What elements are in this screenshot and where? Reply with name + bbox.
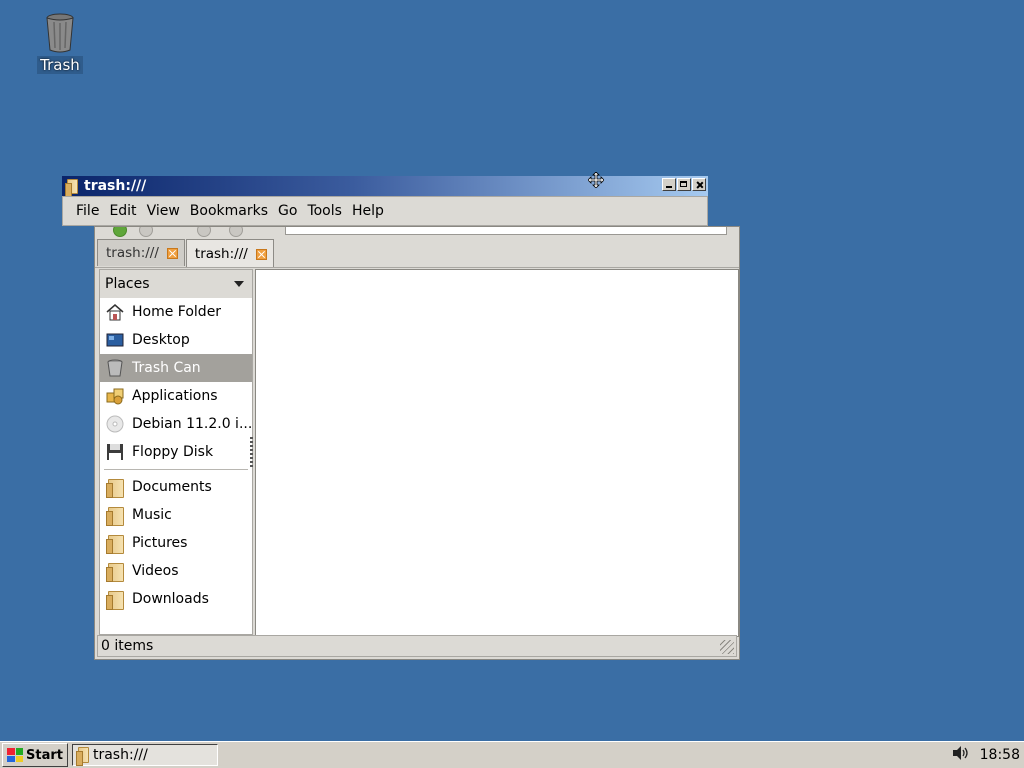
home-icon: [106, 303, 124, 321]
folder-icon: [106, 478, 124, 498]
place-trash-can[interactable]: Trash Can: [100, 354, 252, 382]
side-pane-title: Places: [105, 276, 150, 292]
cdrom-icon: [106, 415, 124, 433]
menu-bookmarks[interactable]: Bookmarks: [185, 203, 273, 219]
menu-edit[interactable]: Edit: [104, 203, 141, 219]
minimize-button[interactable]: [662, 178, 676, 191]
place-applications[interactable]: Applications: [100, 382, 252, 410]
back-icon[interactable]: [113, 227, 127, 237]
place-home-folder[interactable]: Home Folder: [100, 298, 252, 326]
status-bar: 0 items: [97, 635, 737, 657]
applications-icon: [106, 387, 124, 405]
bookmark-videos[interactable]: Videos: [100, 557, 252, 585]
desktop-trash-label: Trash: [37, 56, 83, 74]
desktop-icon: [106, 331, 124, 349]
place-label: Home Folder: [132, 304, 222, 320]
file-manager-window: trash:/// trash:/// Places Home Folder D…: [94, 226, 740, 660]
place-label: Videos: [132, 563, 179, 579]
side-pane-header[interactable]: Places: [100, 270, 252, 298]
place-label: Applications: [132, 388, 218, 404]
tab-bar: trash:/// trash:///: [97, 239, 275, 268]
folder-icon: [75, 747, 89, 766]
maximize-button[interactable]: [677, 178, 691, 191]
place-label: Debian 11.2.0 i...: [132, 416, 252, 432]
dropdown-arrow-icon[interactable]: [234, 281, 244, 287]
folder-icon: [65, 178, 78, 198]
resize-grip-icon[interactable]: [720, 640, 734, 654]
place-label: Trash Can: [132, 360, 201, 376]
taskbar-window-label: trash:///: [92, 747, 148, 763]
window-controls: [662, 178, 706, 191]
bookmark-pictures[interactable]: Pictures: [100, 529, 252, 557]
forward-icon[interactable]: [139, 227, 153, 237]
tab-divider: [95, 267, 739, 268]
folder-icon: [106, 506, 124, 526]
folder-icon: [106, 534, 124, 554]
menu-file[interactable]: File: [71, 203, 104, 219]
toolbar: [95, 227, 739, 239]
place-label: Pictures: [132, 535, 188, 551]
window-titlebar[interactable]: trash:///: [62, 176, 708, 198]
bookmark-downloads[interactable]: Downloads: [100, 585, 252, 613]
menu-bar: File Edit View Bookmarks Go Tools Help: [62, 196, 708, 226]
location-bar[interactable]: [285, 227, 727, 235]
tab-trash-1[interactable]: trash:///: [97, 239, 185, 266]
volume-icon[interactable]: [952, 745, 970, 765]
place-label: Downloads: [132, 591, 209, 607]
floppy-icon: [106, 443, 124, 461]
clock[interactable]: 18:58: [980, 747, 1020, 763]
bookmark-documents[interactable]: Documents: [100, 473, 252, 501]
place-label: Documents: [132, 479, 212, 495]
place-label: Music: [132, 507, 172, 523]
pane-resize-handle[interactable]: [250, 437, 253, 467]
tab-label: trash:///: [106, 245, 159, 261]
close-button[interactable]: [692, 178, 706, 191]
system-tray: 18:58: [952, 745, 1024, 765]
menu-help[interactable]: Help: [347, 203, 389, 219]
place-label: Floppy Disk: [132, 444, 214, 460]
menu-view[interactable]: View: [142, 203, 185, 219]
place-floppy-disk[interactable]: Floppy Disk: [100, 438, 252, 466]
bookmark-music[interactable]: Music: [100, 501, 252, 529]
folder-icon: [106, 590, 124, 610]
place-debian-disc[interactable]: Debian 11.2.0 i...: [100, 410, 252, 438]
taskbar: Start trash:/// 18:58: [0, 741, 1024, 768]
start-button[interactable]: Start: [2, 743, 68, 767]
move-cursor-icon: [587, 171, 605, 189]
desktop-trash-icon[interactable]: Trash: [34, 12, 86, 74]
folder-icon: [106, 562, 124, 582]
start-label: Start: [26, 747, 63, 763]
file-view-area[interactable]: [255, 269, 739, 637]
place-label: Desktop: [132, 332, 190, 348]
places-separator: [104, 469, 248, 470]
close-tab-icon[interactable]: [166, 247, 178, 259]
place-desktop[interactable]: Desktop: [100, 326, 252, 354]
status-text: 0 items: [101, 638, 154, 654]
tab-trash-2[interactable]: trash:///: [185, 239, 274, 268]
side-pane: Places Home Folder Desktop Trash Can App…: [99, 269, 253, 635]
window-title: trash:///: [84, 178, 147, 194]
trash-icon: [106, 359, 124, 377]
window-title-group: trash:///: [65, 178, 147, 198]
menu-tools[interactable]: Tools: [302, 203, 347, 219]
home-toolbar-icon[interactable]: [229, 227, 243, 237]
tab-label: trash:///: [194, 246, 248, 262]
taskbar-window-button[interactable]: trash:///: [71, 744, 218, 766]
start-logo-icon: [7, 748, 23, 762]
trash-icon: [45, 12, 75, 54]
close-tab-icon[interactable]: [255, 248, 267, 260]
menu-go[interactable]: Go: [273, 203, 302, 219]
reload-icon[interactable]: [197, 227, 211, 237]
